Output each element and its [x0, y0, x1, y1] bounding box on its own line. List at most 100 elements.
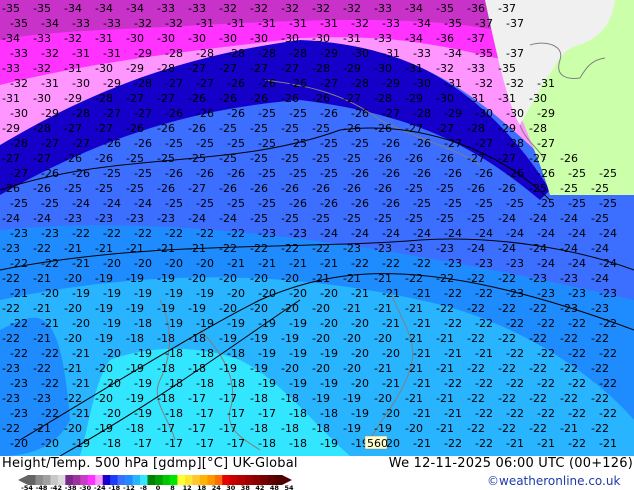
- temperature-label: -25: [95, 182, 116, 195]
- color-scale-label: 0: [156, 484, 161, 490]
- temperature-label: .: [568, 137, 575, 150]
- temperature-label: -19: [227, 317, 248, 330]
- temperature-label: -25: [436, 212, 457, 225]
- temperature-label: -29: [2, 122, 23, 135]
- temperature-label: -21: [157, 242, 178, 255]
- temperature-label: -20: [250, 272, 271, 285]
- temperature-label: -19: [134, 407, 155, 420]
- temperature-label: -24: [506, 227, 527, 240]
- temperature-label: -26: [405, 152, 426, 165]
- temperature-label: -24: [498, 212, 519, 225]
- temperature-label: -19: [188, 302, 209, 315]
- temperature-label: -22: [537, 407, 558, 420]
- temperature-label: -31: [405, 62, 426, 75]
- temperature-label: -26: [289, 77, 310, 90]
- temperature-label: -19: [126, 362, 147, 375]
- color-swatch: [147, 475, 156, 485]
- temperature-label: -22: [196, 227, 217, 240]
- temperature-label: -29: [498, 122, 519, 135]
- temperature-label: -22: [436, 272, 457, 285]
- temperature-label: -30: [281, 32, 302, 45]
- temperature-label: -20: [351, 377, 372, 390]
- temperature-label: -22: [475, 437, 496, 450]
- temperature-label: -21: [537, 437, 558, 450]
- temperature-label: -25: [258, 137, 279, 150]
- temperature-label: -21: [343, 302, 364, 315]
- temperature-label: -19: [289, 377, 310, 390]
- temperature-label: -20: [289, 287, 310, 300]
- color-scale-label: 18: [197, 484, 207, 490]
- temperature-label: -28: [374, 92, 395, 105]
- temperature-label: -22: [444, 437, 465, 450]
- temperature-label: -20: [281, 302, 302, 315]
- color-scale-legend: -54 -48 -42 -38 -30 -24 -18 -12 -8 0 8 12 18 24 30 38 42…: [18, 475, 294, 490]
- temperature-label: -25: [568, 167, 589, 180]
- weatheronline-link[interactable]: ©weatheronline.co.uk: [487, 474, 620, 488]
- temperature-label: .: [537, 17, 544, 30]
- temperature-label: -25: [134, 167, 155, 180]
- temperature-label: -33: [157, 2, 178, 15]
- temperature-label: .: [529, 2, 536, 15]
- temperature-label: -26: [157, 122, 178, 135]
- temperature-label: -22: [103, 227, 124, 240]
- temperature-label: -21: [10, 287, 31, 300]
- color-scale-label: -54: [21, 484, 33, 490]
- temperature-label: -27: [72, 137, 93, 150]
- temperature-label: -33: [374, 2, 395, 15]
- temperature-label: -21: [374, 362, 395, 375]
- temperature-label: -26: [227, 107, 248, 120]
- temperature-label: -22: [444, 317, 465, 330]
- temperature-label: -25: [196, 197, 217, 210]
- temperature-label: -20: [64, 422, 85, 435]
- temperature-label: -30: [506, 107, 527, 120]
- temperature-label: -20: [219, 302, 240, 315]
- temperature-label: -22: [529, 362, 550, 375]
- temperature-label: -22: [2, 302, 23, 315]
- temperature-label: -25: [405, 182, 426, 195]
- temperature-label: -26: [2, 182, 23, 195]
- temperature-label: -19: [258, 317, 279, 330]
- temperature-label: -22: [72, 227, 93, 240]
- temperature-label: -22: [560, 392, 581, 405]
- temperature-label: -25: [467, 212, 488, 225]
- temperature-label: -28: [529, 122, 550, 135]
- temperature-label: -25: [219, 122, 240, 135]
- temperature-label: -24: [568, 227, 589, 240]
- temperature-label: -19: [72, 437, 93, 450]
- temperature-label: -30: [250, 32, 271, 45]
- temperature-label: -24: [33, 212, 54, 225]
- temperature-label: -27: [157, 92, 178, 105]
- temperature-label: -25: [258, 107, 279, 120]
- temperature-label: .: [591, 92, 595, 105]
- temperature-label: -27: [405, 122, 426, 135]
- temperature-label: -31: [64, 62, 85, 75]
- temperature-label: -20: [343, 332, 364, 345]
- temperature-label: -22: [568, 377, 589, 390]
- temperature-label: -21: [41, 317, 62, 330]
- temperature-label: -21: [413, 377, 434, 390]
- temperature-label: -27: [196, 77, 217, 90]
- temperature-label: -29: [343, 62, 364, 75]
- temperature-label: .: [560, 32, 567, 45]
- temperature-label: -27: [188, 182, 209, 195]
- temperature-label: -27: [529, 152, 550, 165]
- temperature-label: -27: [126, 92, 147, 105]
- temperature-label: -24: [529, 212, 550, 225]
- temperature-label: -23: [374, 242, 395, 255]
- temperature-label: -22: [475, 287, 496, 300]
- temperature-label: -28: [312, 62, 333, 75]
- temperature-label: -22: [475, 317, 496, 330]
- temperature-label: -22: [41, 257, 62, 270]
- temperature-label: -36: [436, 32, 457, 45]
- temperature-label: -31: [227, 17, 248, 30]
- temperature-label: -18: [281, 392, 302, 405]
- temperature-label: -23: [10, 407, 31, 420]
- temperature-label: -26: [227, 167, 248, 180]
- temperature-label: -33: [188, 2, 209, 15]
- temperature-label: -18: [258, 437, 279, 450]
- temperature-label: -18: [289, 407, 310, 420]
- temperature-label: -24: [467, 242, 488, 255]
- temperature-label: -26: [436, 152, 457, 165]
- temperature-label: -32: [134, 17, 155, 30]
- temperature-label: -34: [64, 2, 85, 15]
